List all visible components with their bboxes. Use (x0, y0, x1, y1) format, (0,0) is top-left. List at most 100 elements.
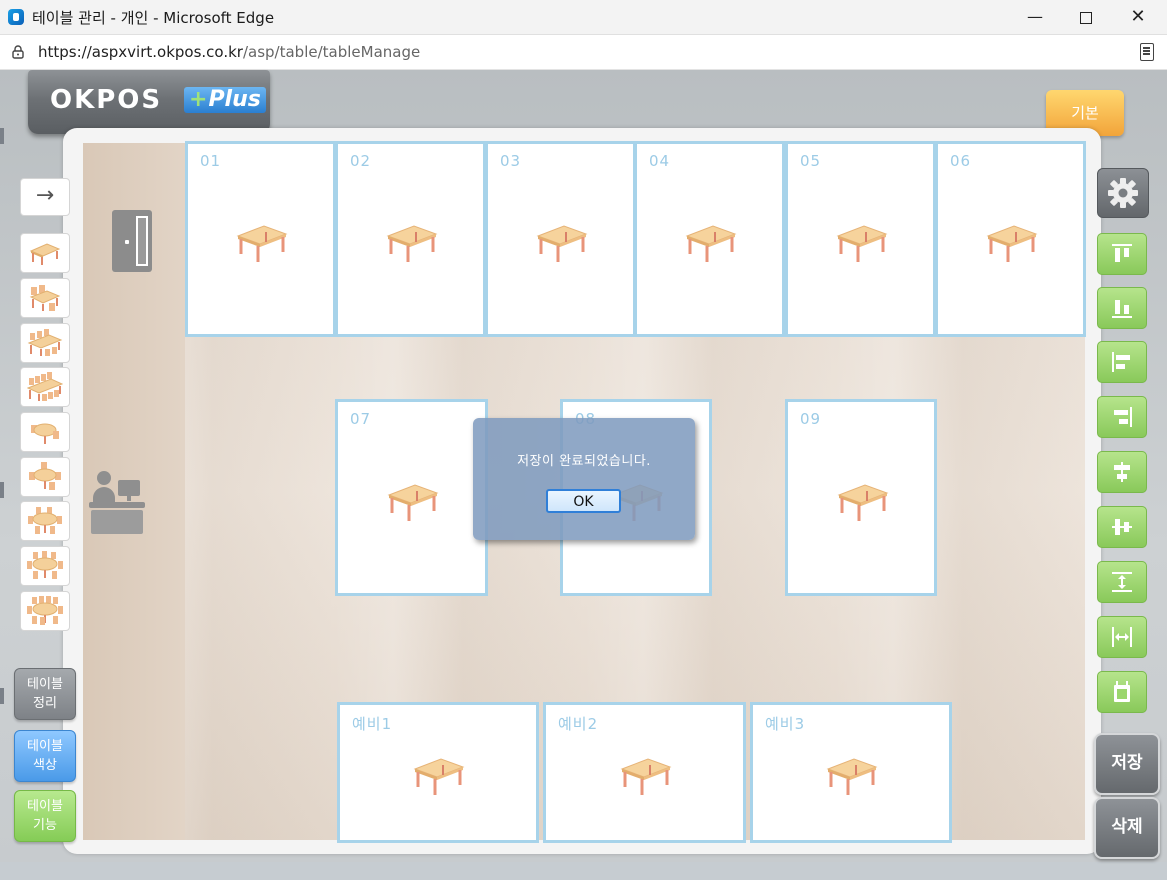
align-horizontal-center-icon (1112, 519, 1132, 535)
table-function-button[interactable]: 테이블 기능 (14, 790, 76, 842)
table-number: 예비3 (765, 715, 806, 733)
palette-round-10[interactable] (20, 591, 70, 631)
delete-button[interactable]: 삭제 (1094, 797, 1160, 859)
table-color-label-1: 테이블 (27, 739, 63, 754)
table-number: 예비2 (558, 715, 599, 733)
table-icon (826, 758, 878, 795)
table-number: 예비1 (352, 715, 393, 733)
table-01[interactable]: 01 (185, 141, 336, 337)
table-07[interactable]: 07 (335, 399, 488, 596)
edge-marker (0, 128, 4, 144)
logo-text: OKPOS (50, 85, 163, 115)
collapse-arrow-button[interactable]: → (20, 178, 70, 216)
save-button[interactable]: 저장 (1094, 733, 1160, 795)
url-path: /asp/table/tableManage (242, 43, 421, 61)
round-table-2-seat-icon (31, 423, 59, 444)
plus-mark-icon: + (189, 87, 208, 112)
table-spare-2[interactable]: 예비2 (543, 702, 746, 843)
logo-plus-text: Plus (208, 87, 261, 112)
window-title: 테이블 관리 - 개인 - Microsoft Edge (32, 9, 275, 27)
distribute-horizontal-button[interactable] (1097, 616, 1147, 658)
table-09[interactable]: 09 (785, 399, 937, 596)
table-6-seat-icon (27, 329, 63, 356)
align-left-icon (1112, 352, 1130, 372)
align-bottom-icon (1112, 300, 1132, 318)
table-icon (986, 225, 1038, 262)
table-number: 05 (800, 152, 822, 170)
table-02[interactable]: 02 (335, 141, 486, 337)
distribute-horizontal-icon (1112, 627, 1132, 647)
align-vertical-center-button[interactable] (1097, 451, 1147, 493)
table-icon (536, 225, 588, 262)
round-table-10-seat-icon (27, 596, 63, 625)
address-bar[interactable]: https://aspxvirt.okpos.co.kr/asp/table/t… (0, 35, 1167, 70)
align-right-icon (1114, 407, 1132, 427)
palette-round-8[interactable] (20, 546, 70, 586)
table-04[interactable]: 04 (634, 141, 785, 337)
settings-button[interactable] (1097, 168, 1149, 218)
table-function-label-1: 테이블 (27, 799, 63, 814)
table-number: 07 (350, 410, 372, 428)
table-number: 09 (800, 410, 822, 428)
table-icon (685, 225, 737, 262)
edge-app-icon (8, 9, 24, 25)
palette-table-8[interactable] (20, 367, 70, 407)
align-vertical-center-icon (1114, 462, 1130, 482)
table-icon (413, 758, 465, 795)
distribute-vertical-icon (1112, 572, 1132, 592)
palette-round-2[interactable] (20, 412, 70, 452)
palette-round-4[interactable] (20, 457, 70, 497)
round-table-4-seat-icon (29, 462, 61, 490)
minimize-button[interactable]: — (1009, 0, 1061, 34)
table-spare-1[interactable]: 예비1 (337, 702, 539, 843)
table-icon (387, 484, 439, 521)
dialog-message: 저장이 완료되었습니다. (517, 454, 651, 469)
table-number: 01 (200, 152, 222, 170)
table-2-seat-icon (29, 243, 61, 265)
align-right-button[interactable] (1097, 396, 1147, 438)
table-color-button[interactable]: 테이블 색상 (14, 730, 76, 782)
table-arrange-label-1: 테이블 (27, 677, 63, 692)
table-number: 03 (500, 152, 522, 170)
table-arrange-label-2: 정리 (33, 696, 57, 711)
distribute-vertical-button[interactable] (1097, 561, 1147, 603)
close-button[interactable]: ✕ (1112, 0, 1164, 34)
align-top-button[interactable] (1097, 233, 1147, 275)
palette-table-2[interactable] (20, 233, 70, 273)
palette-table-6[interactable] (20, 323, 70, 363)
table-icon (837, 484, 889, 521)
table-icon (620, 758, 672, 795)
table-icon (836, 225, 888, 262)
table-number: 04 (649, 152, 671, 170)
palette-table-4[interactable] (20, 278, 70, 318)
align-bottom-button[interactable] (1097, 287, 1147, 329)
table-05[interactable]: 05 (785, 141, 936, 337)
same-size-button[interactable] (1097, 671, 1147, 713)
window-title-bar: 테이블 관리 - 개인 - Microsoft Edge — ✕ (0, 0, 1167, 35)
table-03[interactable]: 03 (485, 141, 636, 337)
cashier-icon (89, 471, 145, 534)
table-arrange-button[interactable]: 테이블 정리 (14, 668, 76, 720)
reader-mode-icon[interactable] (1140, 43, 1154, 61)
edge-marker (0, 688, 4, 704)
door-icon (112, 210, 152, 272)
table-06[interactable]: 06 (935, 141, 1086, 337)
edge-marker (0, 482, 4, 498)
table-8-seat-icon (27, 372, 63, 401)
same-size-icon (1114, 681, 1130, 702)
url-host: https://aspxvirt.okpos.co.kr (38, 43, 243, 61)
table-spare-3[interactable]: 예비3 (750, 702, 952, 843)
table-4-seat-icon (29, 285, 61, 311)
logo-plus-badge: +Plus (184, 87, 266, 113)
save-complete-dialog: 저장이 완료되었습니다. OK (473, 418, 695, 540)
dialog-ok-button[interactable]: OK (546, 489, 621, 513)
table-icon (236, 225, 288, 262)
maximize-button[interactable] (1060, 0, 1112, 34)
url-text[interactable]: https://aspxvirt.okpos.co.kr/asp/table/t… (38, 43, 420, 61)
align-left-button[interactable] (1097, 341, 1147, 383)
maximize-icon (1080, 11, 1092, 24)
align-horizontal-center-button[interactable] (1097, 506, 1147, 548)
align-top-icon (1112, 244, 1132, 262)
lock-icon (12, 45, 24, 59)
palette-round-6[interactable] (20, 501, 70, 541)
